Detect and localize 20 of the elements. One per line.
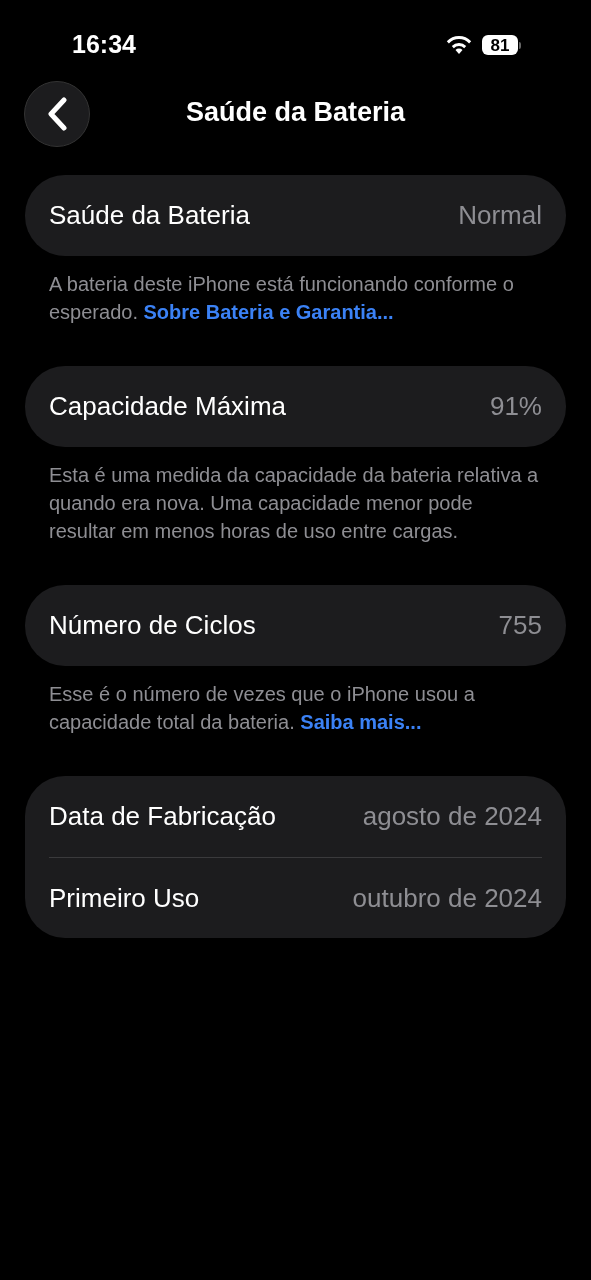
row-label: Data de Fabricação xyxy=(49,800,276,833)
page-title: Saúde da Bateria xyxy=(185,95,406,129)
row-value: 91% xyxy=(489,390,542,423)
status-time: 16:34 xyxy=(72,29,136,61)
footer-note: A bateria deste iPhone está funcionando conforme o esperado. Sobre Bateria e Garantia... xyxy=(48,272,515,325)
row-value: outubro de 2024 xyxy=(352,881,542,915)
row-label: Capacidade Máxima xyxy=(49,390,286,423)
row-label: Primeiro Uso xyxy=(49,881,200,915)
footer-link[interactable]: Sobre Bateria e Garantia... xyxy=(143,301,394,323)
chevron-left-icon xyxy=(46,97,68,131)
footer-note: Esse é o número de vezes que o iPhone usou a capacidade total da bateria. Saiba mais... xyxy=(48,682,476,735)
row-label: Saúde da Bateria xyxy=(49,199,250,232)
footer-link[interactable]: Saiba mais... xyxy=(300,711,422,733)
row-value: Normal xyxy=(458,199,542,232)
battery-icon: 81 xyxy=(482,35,521,55)
row-value: agosto de 2024 xyxy=(362,800,542,833)
wifi-icon xyxy=(446,35,472,55)
row-value: 755 xyxy=(498,609,542,642)
row-label: Número de Ciclos xyxy=(49,609,256,642)
footer-note: Esta é uma medida da capacidade da bateria relativa a quando era nova. Uma capacidade menor pode resultar em menos horas de uso entre cargas. xyxy=(48,463,540,544)
